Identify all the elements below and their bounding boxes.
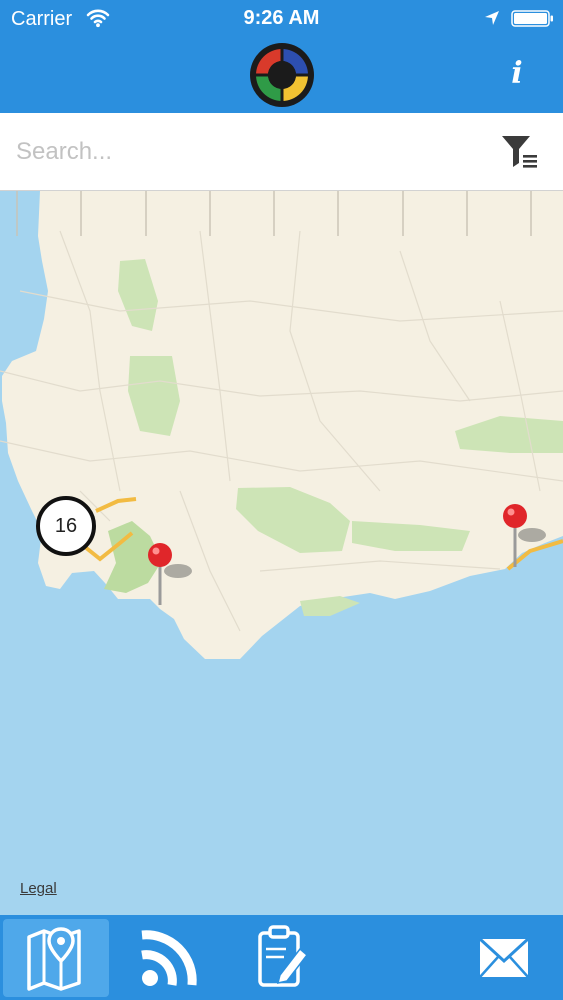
filter-icon: [502, 136, 537, 168]
mail-icon: [478, 937, 530, 978]
search-input[interactable]: [16, 131, 476, 173]
status-bar: Carrier 9:26 AM: [0, 0, 563, 38]
status-time: 9:26 AM: [243, 7, 320, 29]
tab-map[interactable]: [3, 919, 109, 997]
app-header: Carrier 9:26 AM i: [0, 0, 563, 113]
location-arrow-icon: [484, 10, 500, 26]
tab-feed[interactable]: [124, 915, 212, 1000]
clipboard-edit-icon: [258, 925, 309, 987]
cluster-marker[interactable]: 16: [36, 496, 96, 556]
map-canvas[interactable]: [0, 191, 563, 915]
filter-button[interactable]: [496, 130, 544, 176]
map-view[interactable]: [0, 191, 563, 915]
map-pin-icon: [27, 927, 81, 991]
tab-report[interactable]: [236, 915, 326, 1000]
tab-contact[interactable]: [460, 915, 546, 1000]
search-bar: [0, 113, 563, 191]
legal-link[interactable]: Legal: [20, 880, 57, 897]
rss-icon: [141, 930, 197, 986]
info-button[interactable]: i: [500, 52, 534, 96]
battery-icon: [511, 10, 554, 27]
tab-bar: [0, 915, 563, 1000]
app-logo-icon: [249, 42, 315, 108]
